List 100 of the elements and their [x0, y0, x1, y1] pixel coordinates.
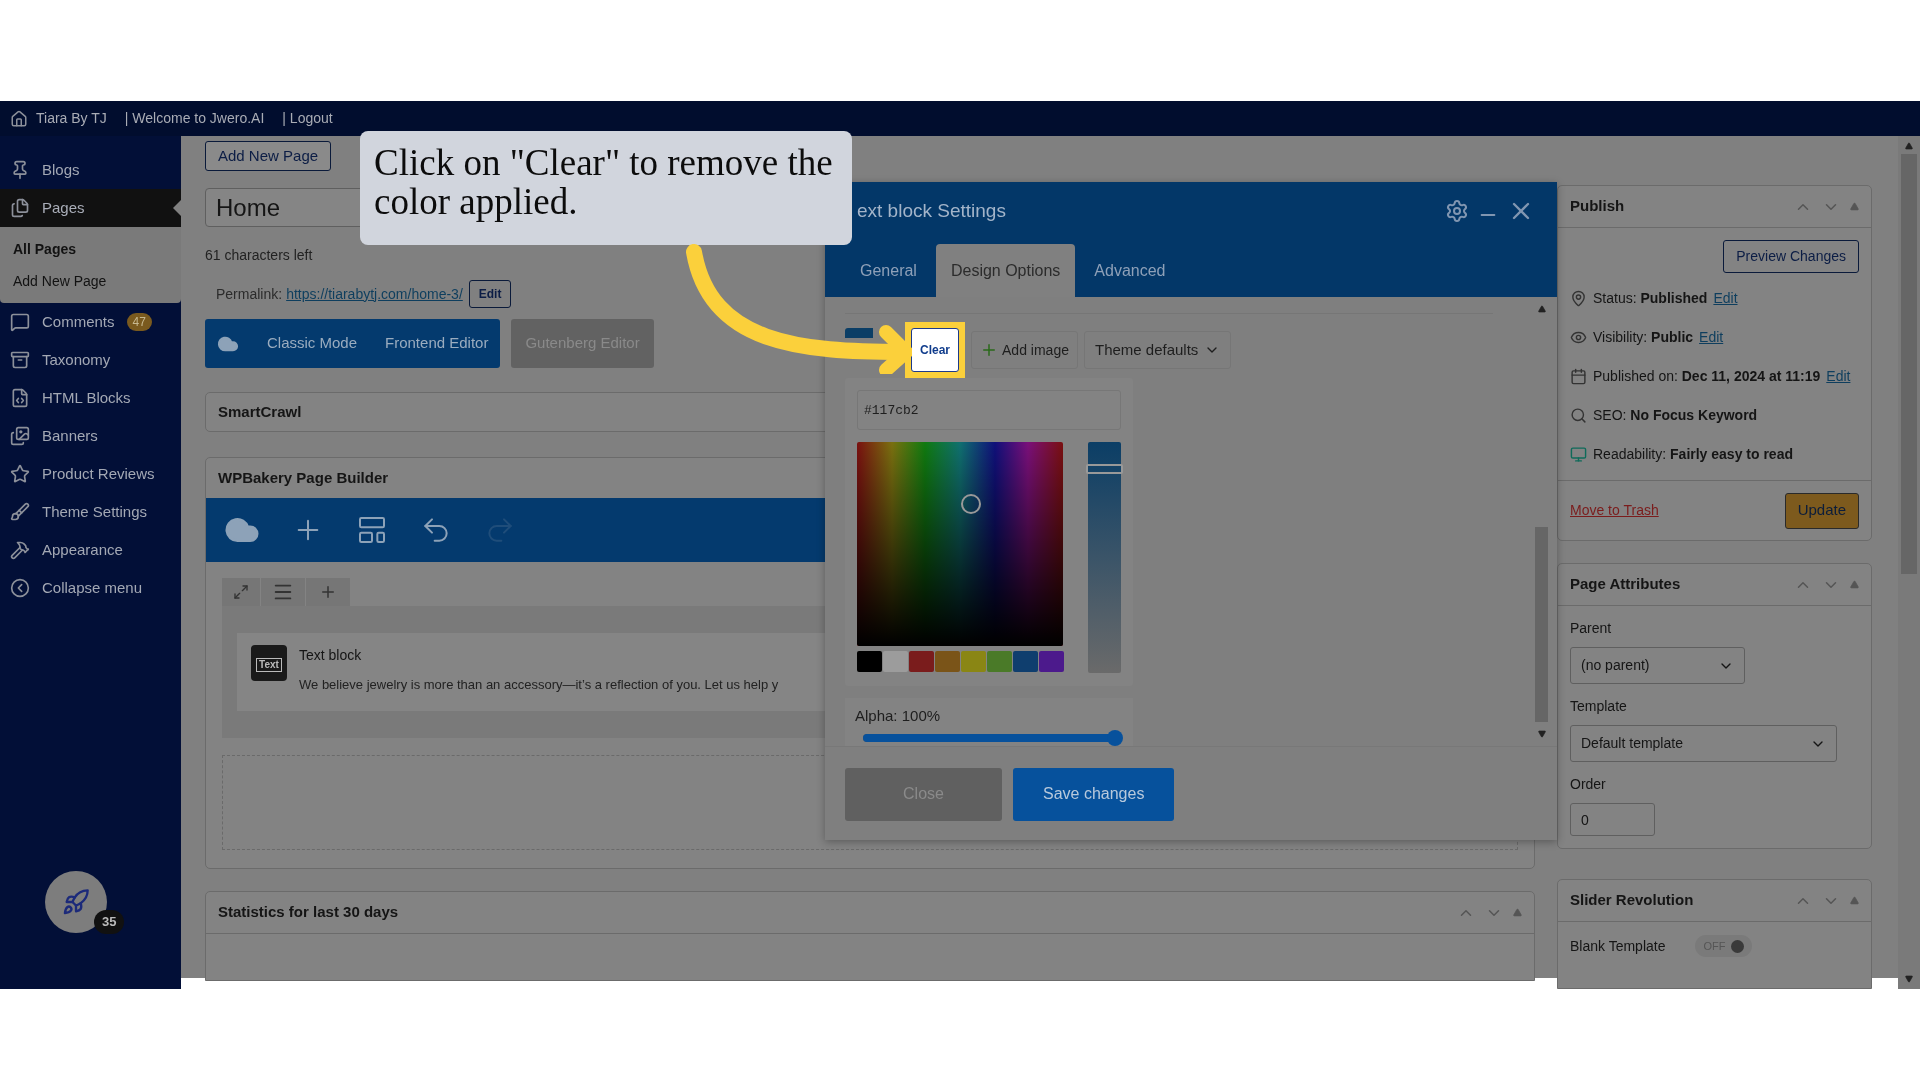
sidebar-item[interactable]: Taxonomy [0, 341, 181, 379]
add-new-page-button[interactable]: Add New Page [205, 141, 332, 171]
slider-thumb[interactable] [1107, 730, 1123, 746]
pushpin-icon [10, 160, 30, 180]
permalink-link[interactable]: https://tiarabytj.com/home-3/ [286, 283, 463, 305]
admin-bar-link[interactable]: | Welcome to Jwero.AI [124, 108, 265, 129]
panel-title: SmartCrawl [218, 401, 302, 422]
brush-icon [10, 502, 30, 522]
layout-icon[interactable] [356, 514, 388, 546]
tutorial-callout: Click on "Clear" to remove the color applied. [360, 131, 852, 245]
sidebar-item[interactable]: Pages [0, 189, 181, 227]
order-field[interactable]: 0 [1570, 803, 1655, 836]
hammer-icon [10, 540, 30, 560]
publish-detail: Readability: Fairly easy to read [1593, 445, 1793, 464]
page-scrollbar[interactable] [1898, 136, 1920, 989]
settings-icon[interactable] [1445, 199, 1469, 223]
speech-bubble-icon [10, 312, 30, 332]
field-label: Order [1570, 775, 1607, 794]
editor-mode-button[interactable]: Frontend Editor [385, 332, 489, 355]
sidebar-item[interactable]: HTML Blocks [0, 379, 181, 417]
scroll-down-icon[interactable] [1905, 975, 1913, 983]
preset-swatch[interactable] [1039, 651, 1064, 672]
dialog-button[interactable]: Save changes [1013, 767, 1175, 821]
sidebar-item[interactable]: Banners [0, 417, 181, 455]
collapse-icon[interactable] [1850, 896, 1859, 905]
text-block-icon: Text [251, 645, 287, 681]
preset-swatch[interactable] [857, 651, 882, 672]
panel-title: Statistics for last 30 days [218, 902, 399, 923]
sidebar-item[interactable]: Blogs [0, 151, 181, 189]
sidebar-item[interactable]: Appearance [0, 531, 181, 569]
collapse-icon [10, 578, 30, 598]
scroll-up-icon[interactable] [1905, 142, 1913, 150]
expand-icon [233, 584, 249, 600]
theme-select[interactable]: Theme defaults [1083, 331, 1232, 369]
permalink-label: Permalink: [216, 284, 283, 304]
rocket-icon [62, 888, 90, 916]
sidebar-item[interactable]: Comments 47 [0, 303, 181, 341]
archive-box-icon [10, 350, 30, 370]
characters-left-text: 61 characters left [205, 246, 314, 265]
preset-swatch[interactable] [935, 651, 960, 672]
preset-swatch[interactable] [961, 651, 986, 672]
scroll-up-icon[interactable] [1537, 305, 1546, 313]
add-image-button[interactable]: Add image [971, 331, 1078, 369]
hex-field[interactable]: #117cb2 [857, 390, 1121, 430]
submenu-item[interactable]: All Pages [0, 233, 181, 265]
pages-icon [10, 198, 30, 218]
template-select[interactable]: Default template [1570, 725, 1837, 762]
drag-control[interactable] [261, 578, 305, 606]
shade-slider[interactable] [1088, 442, 1121, 673]
publish-detail: Status: Published [1593, 289, 1708, 308]
star-icon [10, 464, 30, 484]
pin-icon [1570, 290, 1587, 307]
parent-select[interactable]: (no parent) [1570, 647, 1745, 684]
admin-bar-link[interactable]: | Logout [282, 108, 333, 129]
search-icon [1570, 407, 1587, 424]
collapse-icon[interactable] [1850, 580, 1859, 589]
edit-link[interactable]: Edit [1713, 288, 1738, 309]
box-title: Publish [1570, 196, 1625, 217]
preset-swatch[interactable] [1013, 651, 1038, 672]
sidebar-item[interactable]: Product Reviews [0, 455, 181, 493]
edit-link[interactable]: Edit [1699, 327, 1724, 348]
box-title: Slider Revolution [1570, 890, 1694, 911]
scroll-down-icon[interactable] [1537, 730, 1546, 738]
collapse-icon[interactable] [1513, 908, 1522, 917]
toggle-knob[interactable] [1731, 939, 1745, 953]
clear-button[interactable]: Clear [911, 328, 960, 372]
expand-control[interactable] [222, 578, 260, 606]
field-label: Template [1570, 697, 1628, 716]
update-button[interactable]: Update [1784, 492, 1859, 529]
site-name[interactable]: Tiara By TJ [36, 108, 107, 129]
dialog-tab[interactable]: General [845, 244, 932, 297]
preset-swatch[interactable] [987, 651, 1012, 672]
count-badge: 47 [126, 313, 152, 331]
add-icon [319, 583, 337, 601]
publish-detail: SEO: No Focus Keyword [1593, 406, 1758, 425]
preset-swatch[interactable] [909, 651, 934, 672]
move-to-trash-link[interactable]: Move to Trash [1570, 500, 1659, 521]
submenu-item[interactable]: Add New Page [0, 265, 181, 297]
dialog-tab[interactable]: Design Options [935, 244, 1076, 297]
box-title: Page Attributes [1570, 574, 1681, 595]
alpha-label: Alpha: 100% [855, 707, 941, 724]
color-swatch-button[interactable] [845, 328, 873, 338]
slider-handle[interactable] [1086, 464, 1123, 475]
home-icon[interactable] [10, 109, 28, 128]
edit-button[interactable]: Edit [468, 280, 512, 308]
current-pointer [173, 200, 181, 216]
images-icon [10, 426, 30, 446]
sidebar-item[interactable]: Theme Settings [0, 493, 181, 531]
add-control[interactable] [306, 578, 350, 606]
preset-swatch[interactable] [883, 651, 908, 672]
count-badge: 35 [94, 910, 125, 934]
calendar-icon [1570, 368, 1587, 385]
edit-link[interactable]: Edit [1826, 366, 1851, 387]
sidebar-item[interactable]: Collapse menu [0, 569, 181, 607]
collapse-icon[interactable] [1850, 202, 1859, 211]
panel-title: WPBakery Page Builder [218, 467, 389, 488]
field-label: Parent [1570, 619, 1613, 638]
dialog-tab[interactable]: Advanced [1079, 244, 1181, 297]
editor-mode-button[interactable]: Classic Mode [267, 332, 358, 355]
preview-changes-button[interactable]: Preview Changes [1723, 240, 1859, 273]
